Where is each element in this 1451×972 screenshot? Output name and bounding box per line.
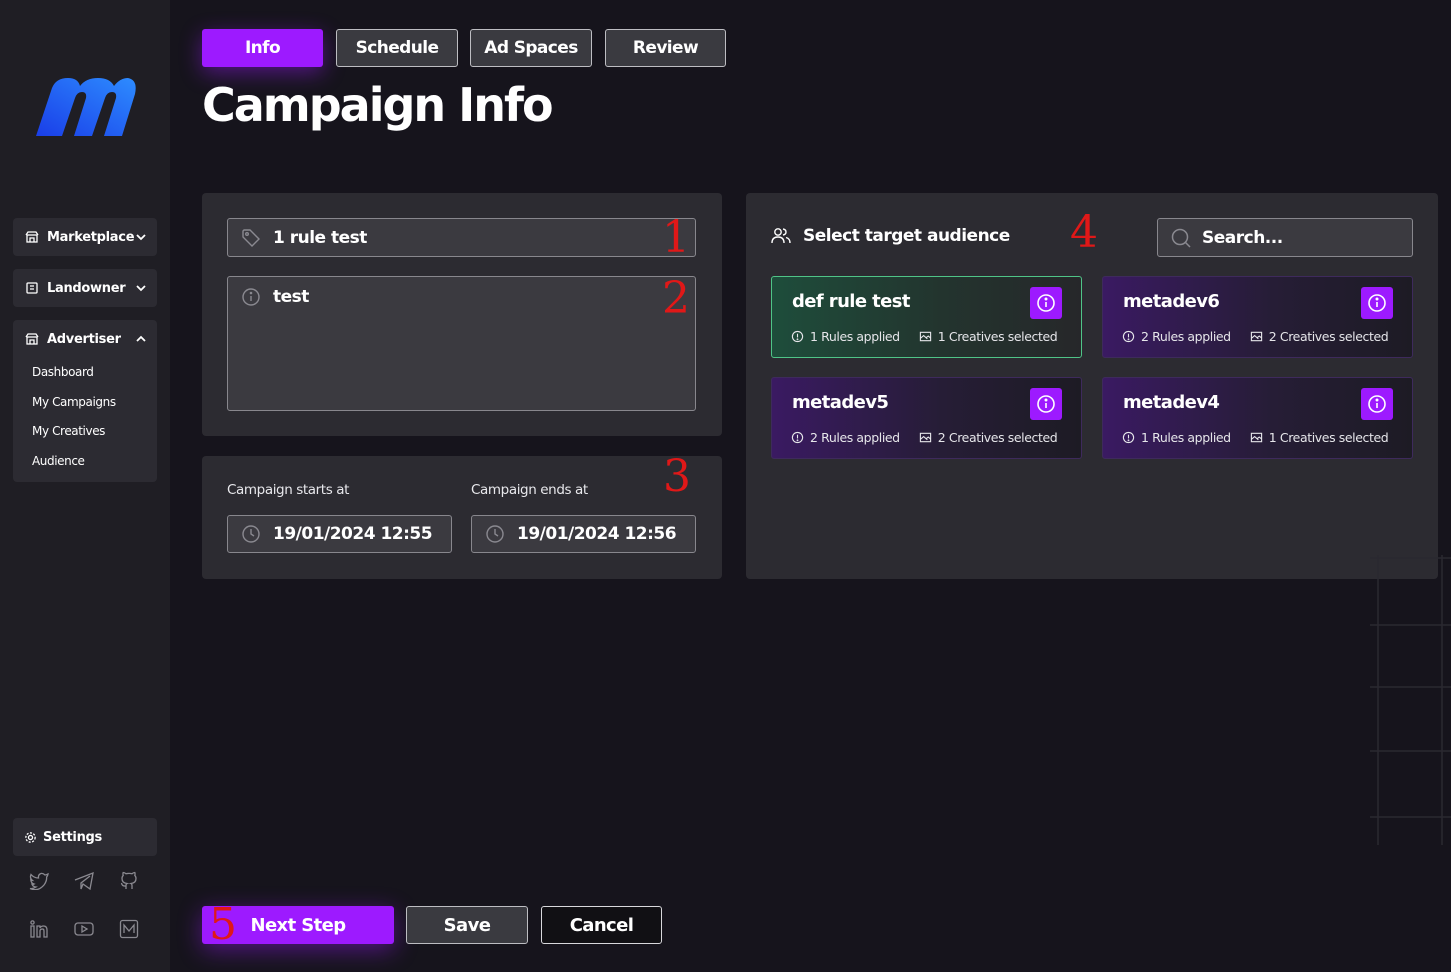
audience-search-input[interactable]: Search... bbox=[1157, 218, 1413, 257]
campaign-description-value: test bbox=[273, 287, 309, 307]
audience-title-text: Select target audience bbox=[803, 226, 1010, 246]
campaign-name-value: 1 rule test bbox=[273, 227, 367, 248]
search-placeholder: Search... bbox=[1202, 227, 1283, 248]
sidebar-item-dashboard[interactable]: Dashboard bbox=[32, 358, 157, 388]
sidebar-item-my-campaigns[interactable]: My Campaigns bbox=[32, 388, 157, 418]
start-date-label: Campaign starts at bbox=[227, 482, 349, 498]
audience-card[interactable]: def rule test 1 Rules applied 1 Creative… bbox=[771, 276, 1082, 358]
users-icon bbox=[771, 226, 791, 246]
audience-card-creatives: 1 Creatives selected bbox=[1268, 430, 1389, 445]
audience-card-creatives: 2 Creatives selected bbox=[937, 430, 1058, 445]
chevron-down-icon bbox=[135, 231, 147, 243]
audience-title: Select target audience bbox=[771, 226, 1010, 246]
audience-card-name: def rule test bbox=[792, 291, 910, 312]
image-icon bbox=[919, 330, 932, 343]
audience-card-creatives: 2 Creatives selected bbox=[1268, 329, 1389, 344]
clock-icon bbox=[485, 524, 505, 544]
linkedin-icon[interactable] bbox=[28, 918, 50, 940]
telegram-icon[interactable] bbox=[73, 870, 95, 892]
clock-icon bbox=[241, 524, 261, 544]
store-icon bbox=[25, 332, 39, 346]
info-icon[interactable] bbox=[1361, 388, 1393, 420]
annotation-marker-1: 1 bbox=[662, 212, 690, 263]
campaign-description-field[interactable]: test bbox=[227, 276, 696, 411]
annotation-marker-2: 2 bbox=[662, 273, 690, 324]
audience-card[interactable]: metadev5 2 Rules applied 2 Creatives sel… bbox=[771, 377, 1082, 459]
twitter-icon[interactable] bbox=[28, 870, 50, 892]
cancel-label: Cancel bbox=[569, 914, 634, 936]
settings-label: Settings bbox=[43, 829, 102, 845]
background-grid-decoration bbox=[1370, 555, 1451, 845]
audience-card-rules: 1 Rules applied bbox=[1141, 430, 1231, 445]
start-date-input[interactable]: 19/01/2024 12:55 bbox=[227, 515, 452, 553]
cancel-button[interactable]: Cancel bbox=[541, 906, 662, 944]
building-icon bbox=[25, 281, 39, 295]
annotation-marker-3: 3 bbox=[663, 451, 691, 502]
nav-marketplace-label: Marketplace bbox=[47, 229, 135, 245]
nav-group-landowner[interactable]: Landowner bbox=[13, 269, 157, 307]
audience-card-name: metadev4 bbox=[1123, 392, 1220, 413]
image-icon bbox=[919, 431, 932, 444]
alert-circle-icon bbox=[1122, 431, 1135, 444]
start-date-value: 19/01/2024 12:55 bbox=[273, 524, 433, 544]
tab-ad-spaces[interactable]: Ad Spaces bbox=[470, 29, 592, 67]
campaign-name-field[interactable]: 1 rule test bbox=[227, 218, 696, 257]
info-icon[interactable] bbox=[1361, 287, 1393, 319]
chevron-down-icon bbox=[135, 282, 147, 294]
info-icon[interactable] bbox=[1030, 287, 1062, 319]
end-date-input[interactable]: 19/01/2024 12:56 bbox=[471, 515, 696, 553]
info-icon bbox=[241, 287, 261, 307]
audience-card-name: metadev5 bbox=[792, 392, 889, 413]
nav-advertiser-label: Advertiser bbox=[47, 331, 121, 347]
youtube-icon[interactable] bbox=[73, 918, 95, 940]
sidebar: Marketplace Landowner Advertiser Dashboa… bbox=[0, 0, 170, 972]
audience-card-rules: 2 Rules applied bbox=[1141, 329, 1231, 344]
info-icon[interactable] bbox=[1030, 388, 1062, 420]
store-icon bbox=[25, 230, 39, 244]
medium-icon[interactable] bbox=[118, 918, 140, 940]
end-date-value: 19/01/2024 12:56 bbox=[517, 524, 677, 544]
image-icon bbox=[1250, 330, 1263, 343]
next-step-label: Next Step bbox=[250, 914, 346, 936]
alert-circle-icon bbox=[791, 431, 804, 444]
save-label: Save bbox=[443, 914, 491, 936]
sidebar-item-my-creatives[interactable]: My Creatives bbox=[32, 417, 157, 447]
annotation-marker-4: 4 bbox=[1070, 207, 1098, 258]
nav-group-advertiser[interactable]: Advertiser Dashboard My Campaigns My Cre… bbox=[13, 320, 157, 482]
audience-card[interactable]: metadev6 2 Rules applied 2 Creatives sel… bbox=[1102, 276, 1413, 358]
settings-button[interactable]: Settings bbox=[13, 818, 157, 856]
image-icon bbox=[1250, 431, 1263, 444]
audience-card-rules: 1 Rules applied bbox=[810, 329, 900, 344]
tab-review[interactable]: Review bbox=[605, 29, 726, 67]
save-button[interactable]: Save bbox=[406, 906, 528, 944]
audience-card-creatives: 1 Creatives selected bbox=[937, 329, 1058, 344]
nav-landowner-label: Landowner bbox=[47, 280, 126, 296]
chevron-up-icon bbox=[135, 333, 147, 345]
audience-card-name: metadev6 bbox=[1123, 291, 1220, 312]
github-icon[interactable] bbox=[118, 870, 140, 892]
nav-group-marketplace[interactable]: Marketplace bbox=[13, 218, 157, 256]
m-logo[interactable] bbox=[30, 72, 140, 142]
alert-circle-icon bbox=[1122, 330, 1135, 343]
tab-info[interactable]: Info bbox=[202, 29, 323, 67]
page-title: Campaign Info bbox=[202, 78, 554, 132]
end-date-label: Campaign ends at bbox=[471, 482, 588, 498]
sidebar-item-audience[interactable]: Audience bbox=[32, 447, 157, 477]
audience-card[interactable]: metadev4 1 Rules applied 1 Creatives sel… bbox=[1102, 377, 1413, 459]
search-icon bbox=[1170, 227, 1192, 249]
alert-circle-icon bbox=[791, 330, 804, 343]
gear-icon bbox=[24, 831, 37, 844]
tag-icon bbox=[241, 228, 261, 248]
annotation-marker-5: 5 bbox=[209, 899, 237, 950]
tab-schedule[interactable]: Schedule bbox=[336, 29, 458, 67]
audience-card-rules: 2 Rules applied bbox=[810, 430, 900, 445]
